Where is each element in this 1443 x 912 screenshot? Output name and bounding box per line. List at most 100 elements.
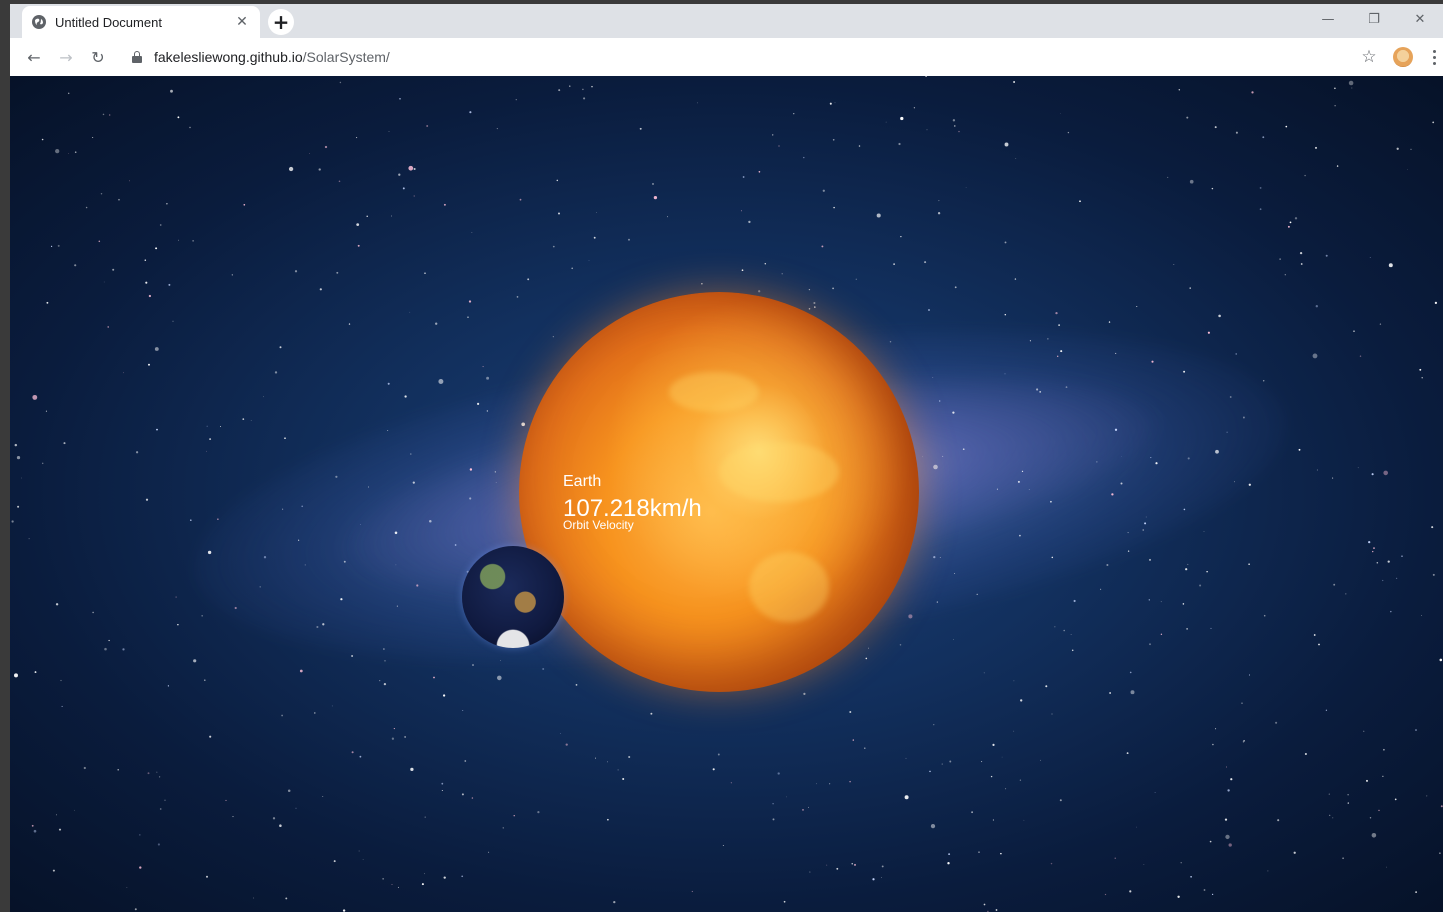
star bbox=[783, 900, 786, 903]
star bbox=[206, 450, 207, 452]
reload-button[interactable]: ↻ bbox=[82, 43, 114, 71]
star bbox=[622, 777, 625, 781]
new-tab-button[interactable]: + bbox=[268, 9, 294, 35]
lock-icon[interactable] bbox=[132, 51, 142, 63]
star bbox=[854, 863, 856, 866]
star bbox=[295, 807, 297, 809]
back-button[interactable]: ← bbox=[18, 43, 50, 71]
star bbox=[232, 816, 234, 818]
star bbox=[1063, 629, 1066, 632]
star bbox=[833, 206, 835, 209]
restore-button[interactable]: ❐ bbox=[1351, 4, 1397, 34]
star bbox=[1313, 634, 1316, 636]
star bbox=[144, 259, 147, 261]
star bbox=[981, 761, 983, 763]
star bbox=[872, 878, 875, 881]
earth-planet[interactable] bbox=[462, 546, 564, 648]
star bbox=[1366, 779, 1368, 782]
star bbox=[1183, 508, 1186, 511]
star bbox=[808, 806, 809, 808]
star bbox=[1136, 306, 1138, 307]
star bbox=[1143, 864, 1145, 865]
forward-button[interactable]: → bbox=[50, 43, 82, 71]
bookmark-star-icon[interactable]: ☆ bbox=[1355, 43, 1383, 71]
star bbox=[454, 544, 457, 546]
star bbox=[1243, 740, 1245, 742]
star bbox=[537, 811, 540, 814]
tab-close-icon[interactable]: ✕ bbox=[232, 12, 252, 32]
star bbox=[1127, 532, 1129, 534]
star bbox=[502, 827, 504, 829]
star bbox=[98, 240, 101, 243]
star bbox=[814, 306, 816, 308]
star bbox=[1000, 852, 1002, 855]
tab-untitled-document[interactable]: Untitled Document ✕ bbox=[22, 6, 260, 38]
star bbox=[279, 824, 282, 827]
star bbox=[758, 170, 761, 173]
star bbox=[1203, 889, 1206, 891]
star bbox=[1210, 627, 1212, 629]
star bbox=[1415, 891, 1417, 893]
star bbox=[382, 878, 384, 880]
star bbox=[482, 366, 484, 368]
star bbox=[486, 376, 490, 380]
star bbox=[172, 320, 174, 322]
star bbox=[107, 326, 109, 328]
minimize-button[interactable]: — bbox=[1305, 4, 1351, 34]
star bbox=[1298, 448, 1301, 451]
star bbox=[424, 873, 425, 875]
star bbox=[1155, 462, 1158, 465]
star bbox=[650, 712, 653, 715]
star bbox=[1388, 263, 1393, 268]
star bbox=[849, 711, 852, 713]
star bbox=[813, 301, 816, 305]
star bbox=[949, 760, 952, 763]
profile-avatar[interactable] bbox=[1393, 47, 1413, 67]
star bbox=[324, 145, 328, 149]
star bbox=[832, 287, 834, 290]
url-text: fakelesliewong.github.io/SolarSystem/ bbox=[154, 49, 390, 65]
star bbox=[46, 301, 49, 304]
star bbox=[41, 462, 44, 465]
star bbox=[33, 829, 37, 833]
star bbox=[74, 264, 77, 267]
address-bar[interactable]: fakelesliewong.github.io/SolarSystem/ bbox=[120, 43, 1330, 71]
star bbox=[416, 584, 419, 587]
star bbox=[1173, 264, 1175, 265]
star bbox=[1325, 254, 1328, 257]
star bbox=[1314, 146, 1318, 149]
star bbox=[1129, 671, 1132, 674]
kebab-menu-icon[interactable] bbox=[1427, 43, 1441, 71]
star bbox=[318, 168, 321, 171]
star bbox=[74, 809, 75, 811]
star bbox=[68, 153, 69, 154]
tab-strip: Untitled Document ✕ + — ❐ ✕ bbox=[10, 4, 1443, 38]
star bbox=[1289, 221, 1292, 224]
star bbox=[55, 148, 60, 154]
star bbox=[1004, 373, 1006, 375]
star bbox=[1109, 692, 1111, 694]
star bbox=[1144, 522, 1147, 525]
star bbox=[1259, 208, 1262, 211]
star bbox=[1386, 866, 1388, 868]
star bbox=[1050, 500, 1052, 503]
star bbox=[155, 247, 158, 250]
star bbox=[829, 783, 831, 785]
star bbox=[336, 271, 339, 274]
star bbox=[893, 263, 895, 265]
star bbox=[148, 363, 150, 366]
star bbox=[242, 418, 245, 420]
star bbox=[905, 757, 907, 759]
star bbox=[469, 497, 472, 500]
star bbox=[569, 85, 571, 87]
star bbox=[1004, 241, 1007, 244]
star bbox=[772, 802, 774, 805]
close-window-button[interactable]: ✕ bbox=[1397, 4, 1443, 34]
star bbox=[471, 232, 473, 233]
star bbox=[1242, 416, 1245, 419]
star bbox=[1371, 833, 1377, 838]
star bbox=[1167, 176, 1169, 178]
star bbox=[1345, 593, 1347, 595]
star bbox=[1186, 116, 1189, 119]
star bbox=[1325, 709, 1328, 711]
